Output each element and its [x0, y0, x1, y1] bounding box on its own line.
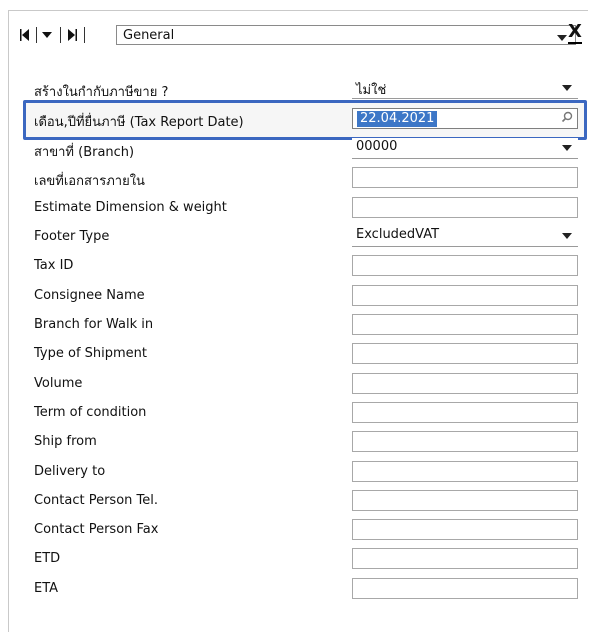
field-label: Contact Person Tel.: [34, 493, 159, 508]
field-row: Type of Shipment: [0, 343, 592, 365]
field-row: สร้างในกำกับภาษีขาย ? ไม่ใช่: [0, 78, 592, 100]
field-row: Ship from: [0, 431, 592, 453]
field-row: Branch for Walk in: [0, 314, 592, 336]
first-icon[interactable]: [20, 28, 32, 42]
field-value: 00000: [356, 139, 398, 154]
field-value: ไม่ใช่: [356, 83, 387, 98]
text-field[interactable]: [352, 431, 578, 452]
field-label: ETA: [34, 581, 59, 596]
chevron-down-icon[interactable]: [557, 31, 567, 46]
field-value: ExcludedVAT: [356, 227, 440, 242]
last-icon[interactable]: [65, 28, 77, 42]
field-row: ETD: [0, 548, 592, 570]
text-field[interactable]: [352, 461, 578, 482]
text-field[interactable]: [352, 285, 578, 306]
field-label: Contact Person Fax: [34, 522, 159, 537]
field-row: เดือน,ปีที่ยื่นภาษี (Tax Report Date) 22.…: [0, 108, 592, 130]
field-value: 22.04.2021: [357, 111, 438, 127]
chevron-down-icon[interactable]: [562, 233, 572, 239]
text-field[interactable]: [352, 490, 578, 511]
close-button[interactable]: X: [568, 23, 582, 44]
field-row: Estimate Dimension & weight: [0, 197, 592, 219]
text-field[interactable]: [352, 402, 578, 423]
text-field[interactable]: [352, 373, 578, 394]
field-label: Consignee Name: [34, 288, 145, 303]
field-row: Delivery to: [0, 461, 592, 483]
search-icon[interactable]: [561, 111, 573, 127]
field-combo[interactable]: ExcludedVAT: [352, 226, 578, 247]
field-label: เลขที่เอกสารภายใน: [34, 174, 145, 189]
field-row: Contact Person Tel.: [0, 490, 592, 512]
field-row: สาขาที่ (Branch) 00000: [0, 138, 592, 160]
field-label: Type of Shipment: [34, 346, 148, 361]
text-field[interactable]: [352, 255, 578, 276]
text-field[interactable]: [352, 167, 578, 188]
field-label: Footer Type: [34, 229, 110, 244]
field-label: Tax ID: [34, 258, 74, 273]
field-label: ETD: [34, 551, 61, 566]
field-row: Volume: [0, 373, 592, 395]
text-field[interactable]: [352, 197, 578, 218]
field-row: Tax ID: [0, 255, 592, 277]
field-label: สร้างในกำกับภาษีขาย ?: [34, 85, 169, 100]
category-select[interactable]: General: [116, 25, 576, 45]
text-field[interactable]: [352, 548, 578, 569]
tax-report-date-field[interactable]: 22.04.2021: [352, 108, 578, 129]
field-row: Contact Person Fax: [0, 519, 592, 541]
text-field[interactable]: [352, 578, 578, 599]
field-label: Estimate Dimension & weight: [34, 200, 227, 215]
field-combo[interactable]: ไม่ใช่: [352, 78, 578, 99]
field-label: เดือน,ปีที่ยื่นภาษี (Tax Report Date): [34, 115, 244, 130]
field-label: สาขาที่ (Branch): [34, 145, 135, 160]
field-label: Volume: [34, 376, 83, 391]
text-field[interactable]: [352, 314, 578, 335]
field-row: ETA: [0, 578, 592, 600]
field-row: Term of condition: [0, 402, 592, 424]
chevron-down-icon[interactable]: [562, 85, 572, 91]
dropdown-icon[interactable]: [40, 28, 54, 42]
text-field[interactable]: [352, 519, 578, 540]
text-field[interactable]: [352, 343, 578, 364]
field-row: Footer Type ExcludedVAT: [0, 226, 592, 248]
category-value: General: [123, 28, 175, 43]
field-label: Delivery to: [34, 464, 106, 479]
field-label: Ship from: [34, 434, 97, 449]
field-label: Term of condition: [34, 405, 147, 420]
field-row: เลขที่เอกสารภายใน: [0, 167, 592, 189]
category-toolbar: General X: [20, 22, 586, 48]
field-row: Consignee Name: [0, 285, 592, 307]
field-combo[interactable]: 00000: [352, 138, 578, 159]
chevron-down-icon[interactable]: [562, 145, 572, 151]
field-label: Branch for Walk in: [34, 317, 154, 332]
